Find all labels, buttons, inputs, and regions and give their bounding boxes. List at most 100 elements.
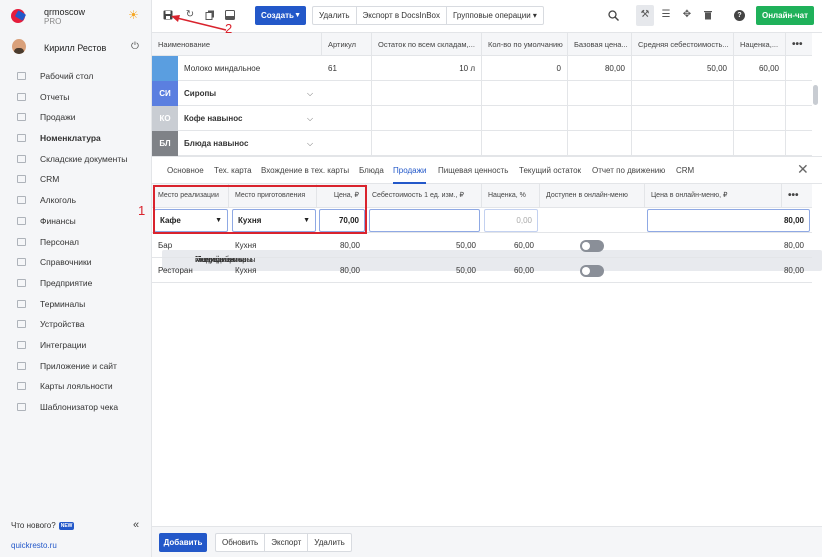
empty-cell (568, 106, 632, 131)
desktop-icon (17, 72, 26, 80)
sidebar-item-label: Продажи (40, 112, 76, 123)
sidebar-item-20[interactable]: Карты лояльности (0, 376, 152, 397)
sidebar-item-label: Приложение и сайт (40, 360, 117, 371)
add-button[interactable]: Добавить (159, 533, 207, 552)
sidebar-item-10[interactable]: CRM (0, 169, 152, 190)
column-more-icon[interactable]: ••• (786, 33, 812, 56)
cost-input[interactable] (369, 209, 480, 232)
theme-sun-icon[interactable]: ☀ (128, 8, 139, 22)
logout-power-icon[interactable]: ⏻ (131, 41, 139, 52)
sidebar-item-21[interactable]: Шаблонизатор чека (0, 397, 152, 418)
terminal-icon (17, 299, 26, 308)
sidebar-item-0[interactable]: Рабочий стол (0, 66, 152, 87)
markup-input[interactable]: 0,00 (484, 209, 538, 232)
whats-new-link[interactable]: Что нового? NEW (11, 521, 75, 530)
sidebar-item-16[interactable]: Терминалы (0, 294, 152, 315)
sidebar-item-11[interactable]: Алкоголь (0, 190, 152, 211)
column-online-available[interactable]: Доступен в онлайн-меню (540, 184, 645, 208)
chevron-down-icon[interactable]: ⌵ (307, 81, 313, 106)
sidebar-item-17[interactable]: Устройства (0, 314, 152, 335)
user-profile[interactable]: Кирилл Рестов ⏻ (0, 35, 152, 59)
site-link[interactable]: quickresto.ru (11, 541, 57, 550)
grid-scrollbar[interactable] (813, 85, 818, 105)
tab-0[interactable]: Основное (167, 157, 204, 184)
group-badge: КО (152, 106, 178, 131)
tab-3[interactable]: Блюда (359, 157, 384, 184)
column-online-price[interactable]: Цена в онлайн-меню, ₽ (645, 184, 782, 208)
chevron-down-icon[interactable]: ⌵ (307, 106, 313, 131)
sale-place: Ресторан (158, 266, 193, 275)
column-avg-cost[interactable]: Средняя себестоимость... (632, 33, 734, 56)
search-icon[interactable] (608, 10, 619, 21)
group-operations-dropdown[interactable]: Групповые операции ▾ (447, 7, 543, 24)
empty-cell (632, 106, 734, 131)
column-base-price[interactable]: Базовая цена... (568, 33, 632, 56)
sidebar-item-19[interactable]: Приложение и сайт (0, 356, 152, 377)
sidebar-item-1[interactable]: Отчеты (0, 87, 152, 108)
column-markup[interactable]: Наценка,... (734, 33, 786, 56)
help-icon[interactable]: ? (734, 10, 745, 21)
delete-button[interactable]: Удалить (313, 7, 357, 24)
column-stock[interactable]: Остаток по всем складам,... (372, 33, 482, 56)
item-article: 61 (322, 56, 372, 81)
user-name: Кирилл Рестов (44, 43, 107, 53)
tab-7[interactable]: Отчет по движению (592, 157, 665, 184)
sidebar-item-18[interactable]: Интеграции (0, 335, 152, 356)
create-button[interactable]: Создать ▼ (255, 6, 306, 25)
column-markup-pct[interactable]: Наценка, % (482, 184, 540, 208)
sidebar-item-2[interactable]: Продажи (0, 107, 152, 128)
app-icon (17, 361, 26, 370)
empty-cell (372, 81, 482, 106)
sidebar-item-9[interactable]: Складские документы (0, 149, 152, 170)
sidebar-item-13[interactable]: Персонал (0, 232, 152, 253)
export-docsinbox-button[interactable]: Экспорт в DocsInBox (357, 7, 447, 24)
empty-cell (632, 131, 734, 156)
online-price-input[interactable]: 80,00 (647, 209, 810, 232)
tab-5[interactable]: Пищевая ценность (438, 157, 508, 184)
export-button[interactable]: Экспорт (265, 534, 309, 551)
empty-cell (482, 106, 568, 131)
tag-icon (17, 134, 26, 143)
column-name[interactable]: Наименование (152, 33, 322, 56)
table-row[interactable]: Молоко миндальное 61 10 л 0 80,00 50,00 … (152, 56, 812, 81)
move-icon[interactable]: ✥ (682, 10, 692, 20)
tab-4[interactable]: Продажи (393, 157, 427, 184)
sidebar-item-label: Складские документы (40, 153, 128, 164)
refresh-button[interactable]: Обновить (216, 534, 266, 551)
sidebar-item-label: Устройства (40, 319, 85, 330)
group-row[interactable]: КО Кофе навынос ⌵ (152, 106, 812, 131)
sidebar-item-12[interactable]: Финансы (0, 211, 152, 232)
tab-6[interactable]: Текущий остаток (519, 157, 581, 184)
tab-8[interactable]: CRM (676, 157, 694, 184)
people-icon (17, 237, 26, 246)
trash-icon[interactable] (703, 10, 713, 20)
chevron-down-icon[interactable]: ⌵ (307, 131, 313, 156)
delete-bottom-button[interactable]: Удалить (308, 534, 351, 551)
online-menu-toggle[interactable] (580, 265, 604, 277)
sidebar-item-15[interactable]: Предприятие (0, 273, 152, 294)
brand[interactable]: qrmoscow PRO ☀ (0, 0, 152, 33)
group-row[interactable]: СИ Сиропы ⌵ (152, 81, 812, 106)
column-article[interactable]: Артикул (322, 33, 372, 56)
close-icon[interactable]: ✕ (797, 161, 809, 178)
sidebar-item-14[interactable]: Справочники (0, 252, 152, 273)
table-row[interactable]: Ресторан Кухня 80,00 50,00 60,00 80,00 (152, 258, 812, 283)
tab-1[interactable]: Тех. карта (214, 157, 252, 184)
sales-more-icon[interactable]: ••• (782, 184, 812, 208)
column-default-qty[interactable]: Кол-во по умолчанию (482, 33, 568, 56)
collapse-sidebar-icon[interactable]: « (133, 519, 139, 531)
empty-cell (568, 131, 632, 156)
tools-toggle[interactable]: ⚒ (636, 5, 654, 26)
table-row[interactable]: Бар Кухня 80,00 50,00 60,00 80,00 (152, 233, 812, 258)
sidebar-item-3[interactable]: Номенклатура (0, 128, 152, 149)
online-chat-button[interactable]: Онлайн-чат (756, 6, 814, 25)
annotation-highlight-box (153, 185, 367, 234)
column-cost[interactable]: Себестоимость 1 ед. изм., ₽ (366, 184, 482, 208)
group-row[interactable]: БЛ Блюда навынос ⌵ (152, 131, 812, 156)
new-badge: NEW (58, 522, 75, 530)
online-menu-toggle[interactable] (580, 240, 604, 252)
tab-2[interactable]: Вхождение в тех. карты (261, 157, 349, 184)
toolbar: ↻ Создать ▼ Удалить Экспорт в DocsInBox Г… (152, 0, 822, 33)
list-view-icon[interactable]: ☰ (661, 10, 671, 20)
empty-cell (372, 106, 482, 131)
